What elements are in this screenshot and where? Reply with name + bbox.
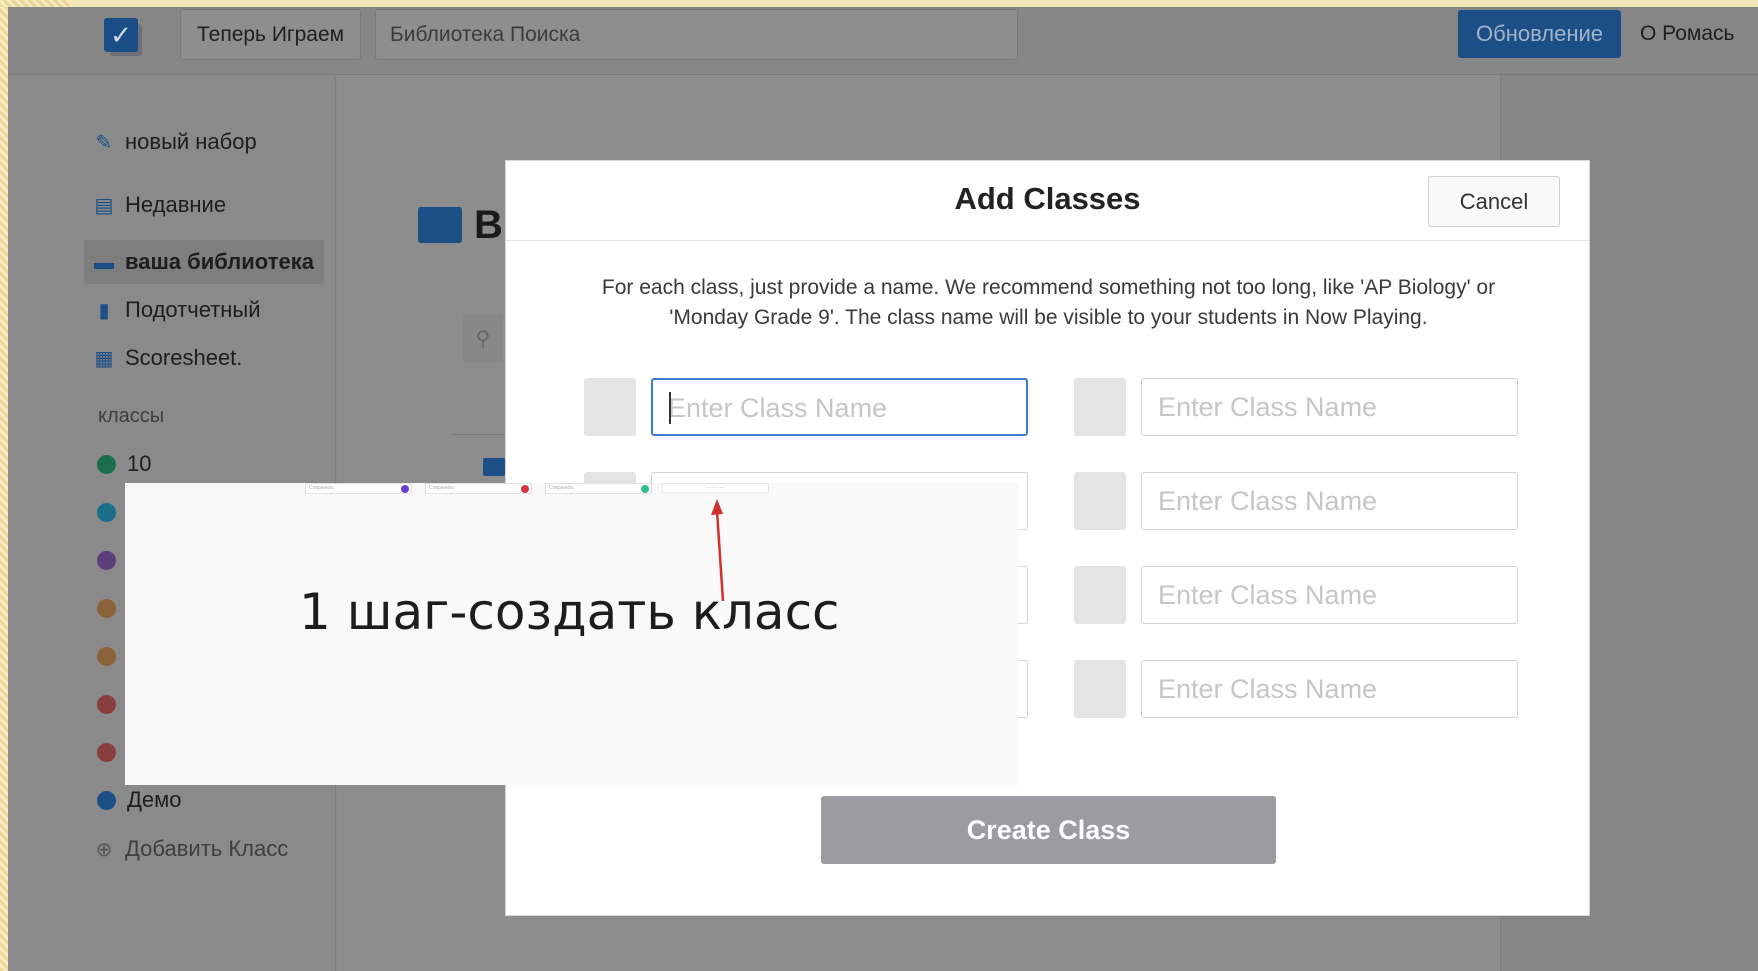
- class-name-input[interactable]: Enter Class Name: [651, 378, 1028, 436]
- class-color-dot: [97, 647, 116, 666]
- class-color-dot: [97, 599, 116, 618]
- slide-border: [0, 0, 8, 971]
- mini-color-dot: [521, 485, 529, 493]
- folder-icon: [418, 207, 462, 243]
- text-caret: [669, 392, 671, 424]
- class-name-input[interactable]: Enter Class Name: [1141, 378, 1518, 436]
- class-color-picker[interactable]: [1074, 378, 1126, 436]
- top-bar: ✓ Теперь Играем Библиотека Поиска Обновл…: [8, 7, 1758, 75]
- classes-heading: классы: [98, 405, 165, 427]
- class-name-input[interactable]: Enter Class Name: [1141, 472, 1518, 530]
- mini-color-dot: [401, 485, 409, 493]
- about-button[interactable]: О Ромась: [1628, 9, 1758, 60]
- sidebar-item-reports[interactable]: ▮ Подотчетный: [93, 290, 261, 330]
- class-name-placeholder: Enter Class Name: [1158, 674, 1378, 704]
- now-playing-button[interactable]: Теперь Играем: [180, 9, 362, 60]
- divider: [451, 434, 511, 435]
- sidebar-item-new-set[interactable]: ✎ новый набор: [93, 122, 257, 162]
- app-window: ✓ Теперь Играем Библиотека Поиска Обновл…: [8, 7, 1758, 971]
- search-icon: ⚲: [463, 315, 503, 363]
- plus-circle-icon: ⊕: [95, 839, 113, 861]
- annotation-text: 1 шаг-создать класс: [299, 583, 840, 641]
- class-name-input[interactable]: Enter Class Name: [1141, 566, 1518, 624]
- mini-class-label: Сохранить: [549, 485, 574, 491]
- slide-border-top: [0, 0, 70, 7]
- class-color-dot: [97, 791, 116, 810]
- page-title-initial: B: [474, 203, 503, 247]
- class-color-dot: [97, 455, 116, 474]
- modal-title: Add Classes: [954, 181, 1141, 216]
- checkmark-icon: ✓: [104, 18, 138, 52]
- app-logo[interactable]: ✓: [104, 18, 144, 58]
- class-name-placeholder: Enter Class Name: [1158, 392, 1378, 422]
- cancel-button[interactable]: Cancel: [1428, 176, 1560, 227]
- mini-color-dot: [641, 485, 649, 493]
- sidebar-item-label: Scoresheet.: [125, 345, 243, 370]
- library-search-input[interactable]: Библиотека Поиска: [375, 9, 1018, 60]
- sidebar-item-label: ваша библиотека: [125, 249, 314, 274]
- class-name-placeholder: Enter Class Name: [668, 393, 888, 423]
- sidebar-item-recent[interactable]: ▤ Недавние: [93, 185, 227, 225]
- class-label[interactable]: 10: [127, 451, 151, 477]
- annotation-callout: Сохранить Сохранить Сохранить ····· ····…: [125, 483, 1018, 785]
- mini-class-row: Сохранить: [305, 483, 412, 494]
- class-color-dot: [97, 503, 116, 522]
- mini-class-input: ····· ·····: [662, 483, 769, 493]
- class-color-picker[interactable]: [584, 378, 636, 436]
- class-color-dot: [97, 743, 116, 762]
- mini-class-row: Сохранить: [425, 483, 532, 494]
- update-button[interactable]: Обновление: [1458, 10, 1621, 58]
- class-name-placeholder: Enter Class Name: [1158, 580, 1378, 610]
- class-color-picker[interactable]: [1074, 472, 1126, 530]
- class-label[interactable]: Демо: [127, 787, 182, 813]
- class-color-picker[interactable]: [1074, 566, 1126, 624]
- folder-icon: ▬: [94, 252, 114, 274]
- sidebar-item-label: Подотчетный: [125, 297, 261, 322]
- class-color-dot: [97, 695, 116, 714]
- mini-class-label: Сохранить: [429, 485, 454, 491]
- add-class-button[interactable]: ⊕ Добавить Класс: [93, 829, 289, 869]
- add-class-label: Добавить Класс: [125, 836, 289, 861]
- sidebar-item-scoresheet[interactable]: ▦ Scoresheet.: [93, 338, 243, 378]
- create-class-button[interactable]: Create Class: [821, 796, 1276, 864]
- folder-icon: [483, 458, 505, 476]
- arrow-head: [711, 499, 723, 515]
- mini-class-label: Сохранить: [309, 485, 334, 491]
- class-name-input[interactable]: Enter Class Name: [1141, 660, 1518, 718]
- grid-icon: ▦: [94, 348, 114, 370]
- class-name-placeholder: Enter Class Name: [1158, 486, 1378, 516]
- sidebar-item-library[interactable]: ▬ ваша библиотека: [93, 242, 314, 282]
- sidebar-item-label: Недавние: [125, 192, 227, 217]
- modal-header: Add Classes Cancel: [506, 161, 1589, 241]
- modal-description: For each class, just provide a name. We …: [601, 276, 1496, 329]
- class-color-dot: [97, 551, 116, 570]
- class-color-picker[interactable]: [1074, 660, 1126, 718]
- sidebar-item-label: новый набор: [125, 129, 257, 154]
- inbox-icon: ▤: [94, 195, 114, 217]
- edit-icon: ✎: [95, 132, 113, 154]
- report-icon: ▮: [98, 300, 110, 322]
- mini-class-row: Сохранить: [545, 483, 652, 494]
